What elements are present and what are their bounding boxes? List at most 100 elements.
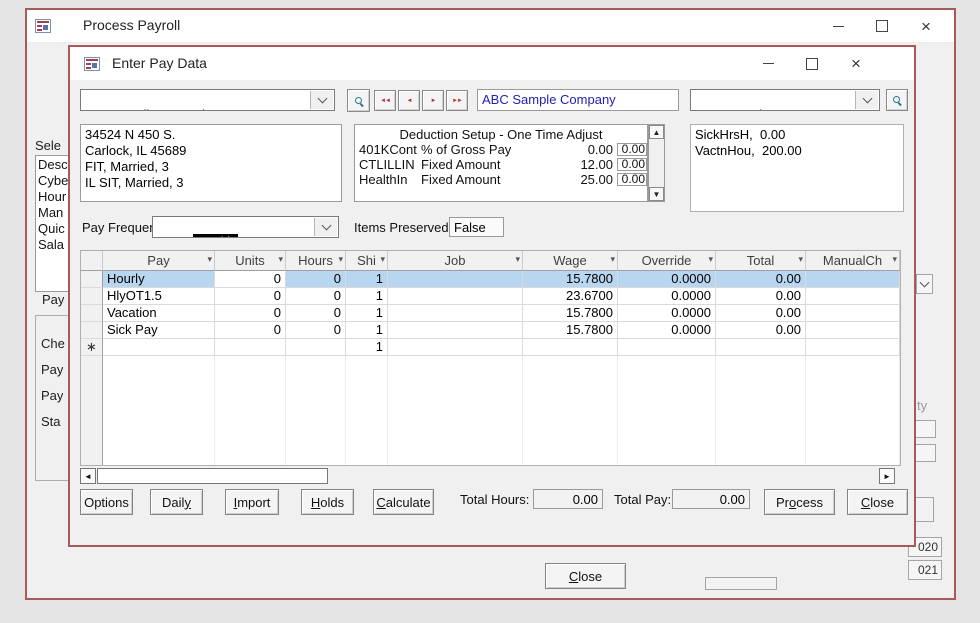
grid-cell[interactable] bbox=[806, 305, 900, 322]
column-header-units[interactable]: Units▾ bbox=[215, 251, 286, 271]
filter-arrow-icon[interactable]: ▾ bbox=[338, 254, 343, 265]
filter-arrow-icon[interactable]: ▾ bbox=[207, 254, 212, 265]
last-record-button[interactable]: ►► bbox=[446, 90, 468, 111]
grid-cell[interactable]: 0.00 bbox=[716, 288, 806, 305]
record-selector[interactable] bbox=[81, 305, 103, 322]
scroll-up-icon[interactable]: ▲ bbox=[649, 125, 664, 139]
paytype-combo[interactable]: Hourly bbox=[690, 89, 880, 111]
grid-cell[interactable]: 0.0000 bbox=[618, 288, 716, 305]
deduction-scrollbar[interactable]: ▲ ▼ bbox=[648, 124, 665, 202]
grid-cell[interactable]: 1 bbox=[346, 288, 388, 305]
filter-arrow-icon[interactable]: ▾ bbox=[892, 254, 897, 265]
scroll-down-icon[interactable]: ▼ bbox=[649, 187, 664, 201]
employee-search-button[interactable] bbox=[347, 89, 370, 112]
grid-cell[interactable]: 0.00 bbox=[716, 322, 806, 339]
calculate-button[interactable]: Calculate bbox=[373, 489, 434, 515]
filter-arrow-icon[interactable]: ▾ bbox=[278, 254, 283, 265]
column-header-manualch[interactable]: ManualCh▾ bbox=[806, 251, 900, 271]
grid-cell[interactable]: 0 bbox=[215, 288, 286, 305]
filter-arrow-icon[interactable]: ▾ bbox=[380, 254, 385, 265]
grid-cell[interactable]: 0 bbox=[286, 288, 346, 305]
new-record-icon[interactable]: ∗ bbox=[81, 339, 103, 356]
record-selector[interactable] bbox=[81, 288, 103, 305]
dialog-close-action-button[interactable]: Close bbox=[847, 489, 908, 515]
grid-cell[interactable]: 0 bbox=[215, 271, 286, 288]
grid-h-scrollbar[interactable]: ◄ ► bbox=[80, 468, 895, 484]
pay-frequency-combo[interactable]: Weekly bbox=[152, 216, 339, 238]
deduction-adjust-field[interactable]: 0.00 bbox=[617, 143, 647, 156]
grid-cell[interactable] bbox=[388, 305, 523, 322]
grid-cell[interactable] bbox=[806, 271, 900, 288]
grid-cell[interactable]: 1 bbox=[346, 305, 388, 322]
bg-close-button[interactable]: Close bbox=[545, 563, 626, 589]
grid-cell[interactable] bbox=[388, 322, 523, 339]
grid-cell[interactable] bbox=[806, 339, 900, 356]
column-header-total[interactable]: Total▾ bbox=[716, 251, 806, 271]
grid-cell[interactable] bbox=[103, 339, 215, 356]
grid-cell[interactable]: 0.0000 bbox=[618, 322, 716, 339]
grid-cell[interactable]: 1 bbox=[346, 271, 388, 288]
column-header-override[interactable]: Override▾ bbox=[618, 251, 716, 271]
holds-button[interactable]: Holds bbox=[301, 489, 354, 515]
column-header-hours[interactable]: Hours▾ bbox=[286, 251, 346, 271]
filter-arrow-icon[interactable]: ▾ bbox=[515, 254, 520, 265]
grid-cell[interactable]: 0 bbox=[286, 305, 346, 322]
filter-arrow-icon[interactable]: ▾ bbox=[798, 254, 803, 265]
column-header-wage[interactable]: Wage▾ bbox=[523, 251, 618, 271]
maximize-button[interactable] bbox=[860, 12, 904, 40]
grid-cell[interactable] bbox=[806, 288, 900, 305]
grid-cell[interactable]: Hourly bbox=[103, 271, 215, 288]
record-selector[interactable] bbox=[81, 271, 103, 288]
grid-cell[interactable]: 23.6700 bbox=[523, 288, 618, 305]
minimize-button[interactable] bbox=[816, 12, 860, 40]
grid-cell[interactable]: 0.00 bbox=[716, 305, 806, 322]
grid-cell[interactable] bbox=[286, 339, 346, 356]
employee-combo-dropdown[interactable] bbox=[310, 91, 333, 109]
dialog-close-button[interactable]: × bbox=[834, 50, 878, 78]
grid-cell[interactable] bbox=[388, 271, 523, 288]
first-record-button[interactable]: ◄◄ bbox=[374, 90, 396, 111]
grid-cell[interactable] bbox=[716, 339, 806, 356]
grid-cell[interactable]: 0 bbox=[215, 322, 286, 339]
grid-cell[interactable] bbox=[388, 288, 523, 305]
import-button[interactable]: Import bbox=[225, 489, 279, 515]
options-button[interactable]: Options bbox=[80, 489, 133, 515]
paytype-combo-dropdown[interactable] bbox=[855, 91, 878, 109]
deduction-adjust-field[interactable]: 0.00 bbox=[617, 158, 647, 171]
bg-combo-arrow-button[interactable] bbox=[916, 274, 933, 294]
grid-cell[interactable]: 15.7800 bbox=[523, 322, 618, 339]
employee-combo[interactable]: Aguilera, Jessica bbox=[80, 89, 335, 111]
dialog-minimize-button[interactable] bbox=[746, 50, 790, 78]
grid-cell[interactable]: Vacation bbox=[103, 305, 215, 322]
grid-cell[interactable] bbox=[215, 339, 286, 356]
grid-cell[interactable]: Sick Pay bbox=[103, 322, 215, 339]
grid-cell[interactable] bbox=[618, 339, 716, 356]
grid-cell[interactable] bbox=[806, 322, 900, 339]
grid-cell[interactable]: 1 bbox=[346, 339, 388, 356]
deduction-adjust-field[interactable]: 0.00 bbox=[617, 173, 647, 186]
grid-cell[interactable]: 0.0000 bbox=[618, 305, 716, 322]
process-button[interactable]: Process bbox=[764, 489, 835, 515]
pay-frequency-dropdown[interactable] bbox=[314, 218, 337, 236]
scrollbar-thumb[interactable] bbox=[97, 468, 328, 484]
previous-record-button[interactable]: ◄ bbox=[398, 90, 420, 111]
dialog-maximize-button[interactable] bbox=[790, 50, 834, 78]
grid-cell[interactable]: 15.7800 bbox=[523, 305, 618, 322]
grid-cell[interactable]: 0 bbox=[286, 322, 346, 339]
filter-arrow-icon[interactable]: ▾ bbox=[610, 254, 615, 265]
grid-cell[interactable]: 0.00 bbox=[716, 271, 806, 288]
next-record-button[interactable]: ► bbox=[422, 90, 444, 111]
paytype-search-button[interactable] bbox=[886, 89, 908, 111]
scroll-left-icon[interactable]: ◄ bbox=[80, 468, 96, 484]
grid-cell[interactable]: 0 bbox=[215, 305, 286, 322]
filter-arrow-icon[interactable]: ▾ bbox=[708, 254, 713, 265]
column-header-job[interactable]: Job▾ bbox=[388, 251, 523, 271]
grid-cell[interactable]: 0.0000 bbox=[618, 271, 716, 288]
grid-cell[interactable] bbox=[523, 339, 618, 356]
grid-cell[interactable]: 15.7800 bbox=[523, 271, 618, 288]
column-header-shi[interactable]: Shi▾ bbox=[346, 251, 388, 271]
scroll-right-icon[interactable]: ► bbox=[879, 468, 895, 484]
grid-cell[interactable]: 1 bbox=[346, 322, 388, 339]
daily-button[interactable]: Daily bbox=[150, 489, 203, 515]
close-button[interactable]: × bbox=[904, 12, 948, 40]
